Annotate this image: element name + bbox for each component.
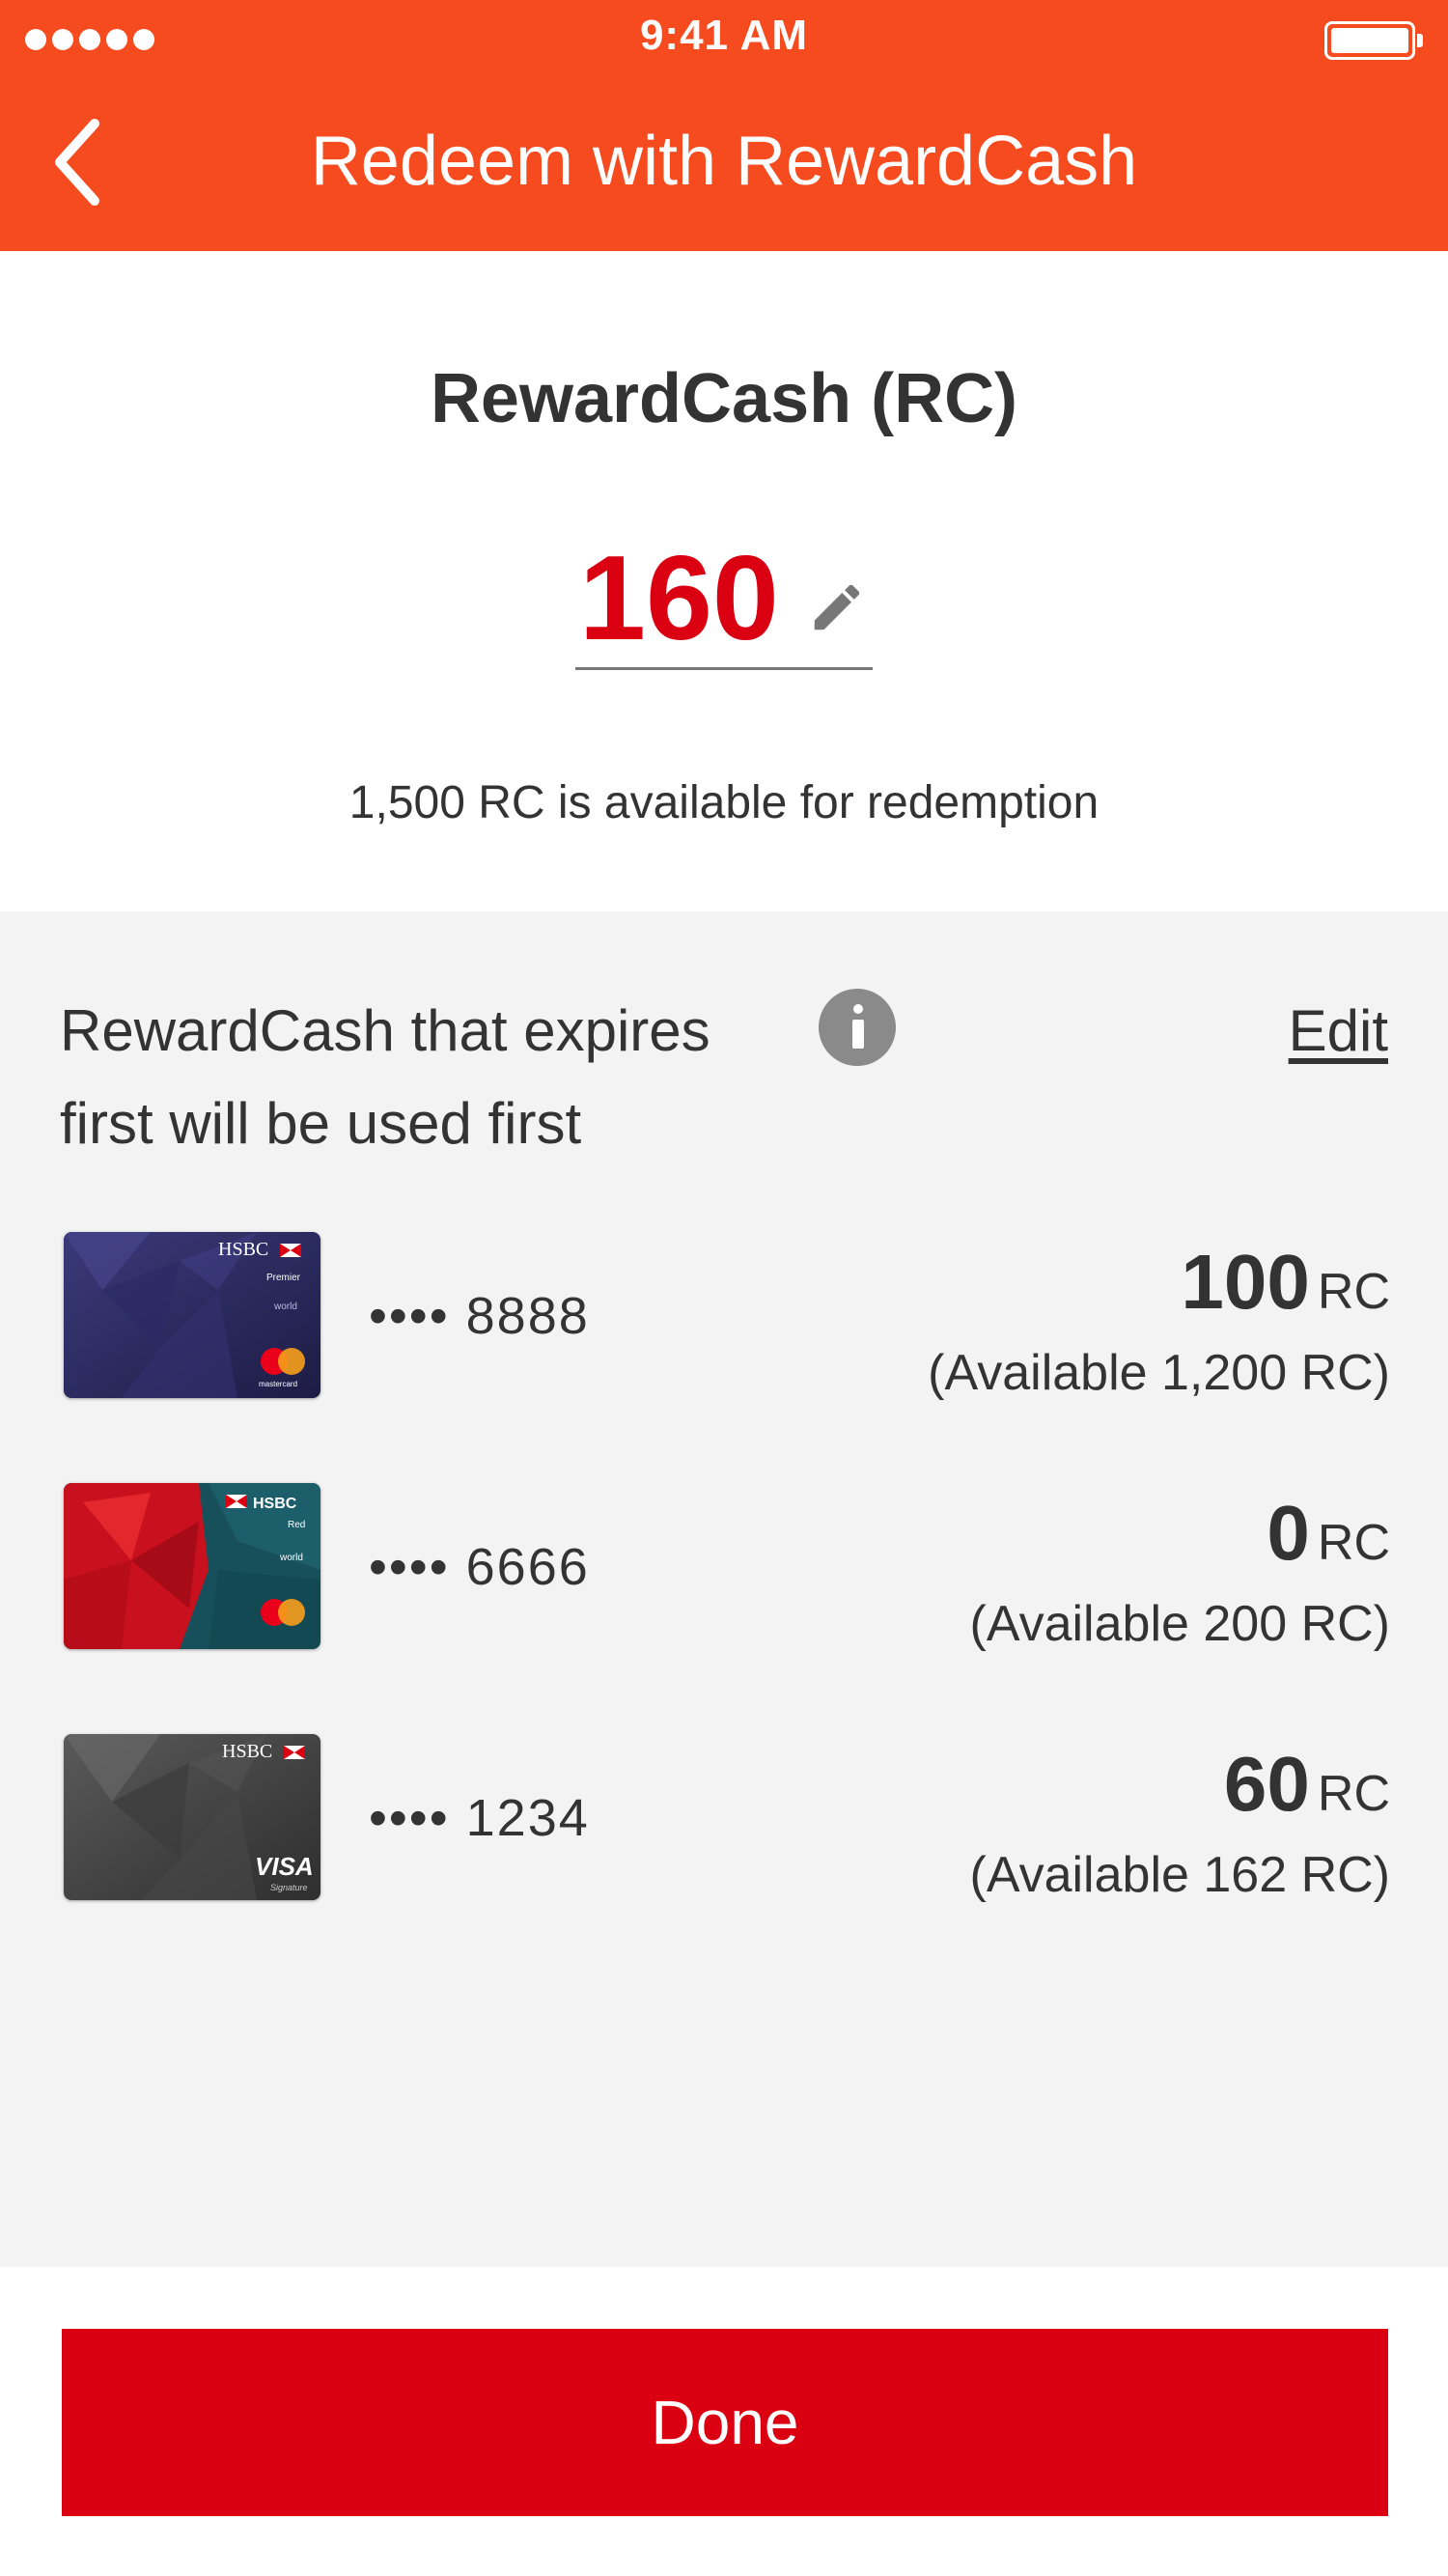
card-redeem-amount-unit: RC xyxy=(1317,1264,1390,1320)
svg-text:VISA: VISA xyxy=(255,1852,314,1881)
card-row[interactable]: HSBC Red world •••• 6666 0 RC (Available … xyxy=(0,1483,1448,1666)
card-masked-number: •••• 8888 xyxy=(369,1287,590,1345)
expiry-rule-line-1: RewardCash that expires xyxy=(60,998,710,1063)
svg-text:HSBC: HSBC xyxy=(222,1741,272,1762)
card-available-balance: (Available 162 RC) xyxy=(969,1847,1390,1903)
app-header: 9:41 AM Redeem with RewardCash xyxy=(0,0,1448,251)
card-available-balance: (Available 1,200 RC) xyxy=(928,1345,1390,1401)
svg-text:HSBC: HSBC xyxy=(253,1496,297,1512)
page-title: Redeem with RewardCash xyxy=(310,123,1138,200)
svg-text:Signature: Signature xyxy=(270,1883,308,1892)
status-time: 9:41 AM xyxy=(639,12,809,59)
card-redeem-amount-value: 100 xyxy=(1181,1239,1310,1325)
card-image-red: HSBC Red world xyxy=(64,1483,320,1649)
card-redeem-amount-value: 0 xyxy=(1267,1490,1310,1576)
svg-text:Premier: Premier xyxy=(266,1273,301,1283)
card-redeem-amount: 0 RC xyxy=(1267,1489,1390,1578)
info-icon[interactable] xyxy=(819,989,896,1066)
redeem-amount-field[interactable]: 160 xyxy=(575,531,873,670)
rewardcash-heading: RewardCash (RC) xyxy=(430,360,1018,437)
card-image-visa: HSBC VISA Signature xyxy=(64,1734,320,1900)
card-available-balance: (Available 200 RC) xyxy=(969,1596,1390,1652)
redeem-summary: RewardCash (RC) 160 1,500 RC is availabl… xyxy=(0,251,1448,911)
svg-text:Red: Red xyxy=(288,1520,305,1530)
card-row[interactable]: HSBC VISA Signature •••• 1234 60 RC (Avai… xyxy=(0,1734,1448,1918)
pencil-icon[interactable] xyxy=(807,577,867,637)
expiry-rule-text: RewardCash that expires first will be us… xyxy=(60,985,832,1170)
available-balance-text: 1,500 RC is available for redemption xyxy=(348,777,1100,828)
svg-text:world: world xyxy=(273,1302,297,1312)
card-masked-number: •••• 6666 xyxy=(369,1538,590,1596)
card-redeem-amount-unit: RC xyxy=(1317,1515,1390,1571)
card-allocation-panel: RewardCash that expires first will be us… xyxy=(0,911,1448,2267)
edit-link[interactable]: Edit xyxy=(1289,985,1388,1078)
done-button[interactable]: Done xyxy=(62,2329,1388,2516)
card-image-premier: HSBC Premier world mastercard xyxy=(64,1232,320,1398)
card-row[interactable]: HSBC Premier world mastercard •••• 8888 … xyxy=(0,1232,1448,1415)
card-redeem-amount: 60 RC xyxy=(1224,1740,1390,1829)
card-redeem-amount-unit: RC xyxy=(1317,1766,1390,1822)
svg-text:world: world xyxy=(279,1553,303,1563)
redeem-amount-value: 160 xyxy=(579,532,779,665)
svg-text:HSBC: HSBC xyxy=(218,1239,268,1260)
card-redeem-amount: 100 RC xyxy=(1181,1238,1390,1327)
card-redeem-amount-value: 60 xyxy=(1223,1741,1310,1827)
svg-text:mastercard: mastercard xyxy=(259,1380,297,1388)
card-masked-number: •••• 1234 xyxy=(369,1789,590,1847)
footer: Done xyxy=(0,2267,1448,2576)
battery-icon xyxy=(1324,21,1423,60)
expiry-rule-line-2: first will be used first xyxy=(60,1091,582,1156)
